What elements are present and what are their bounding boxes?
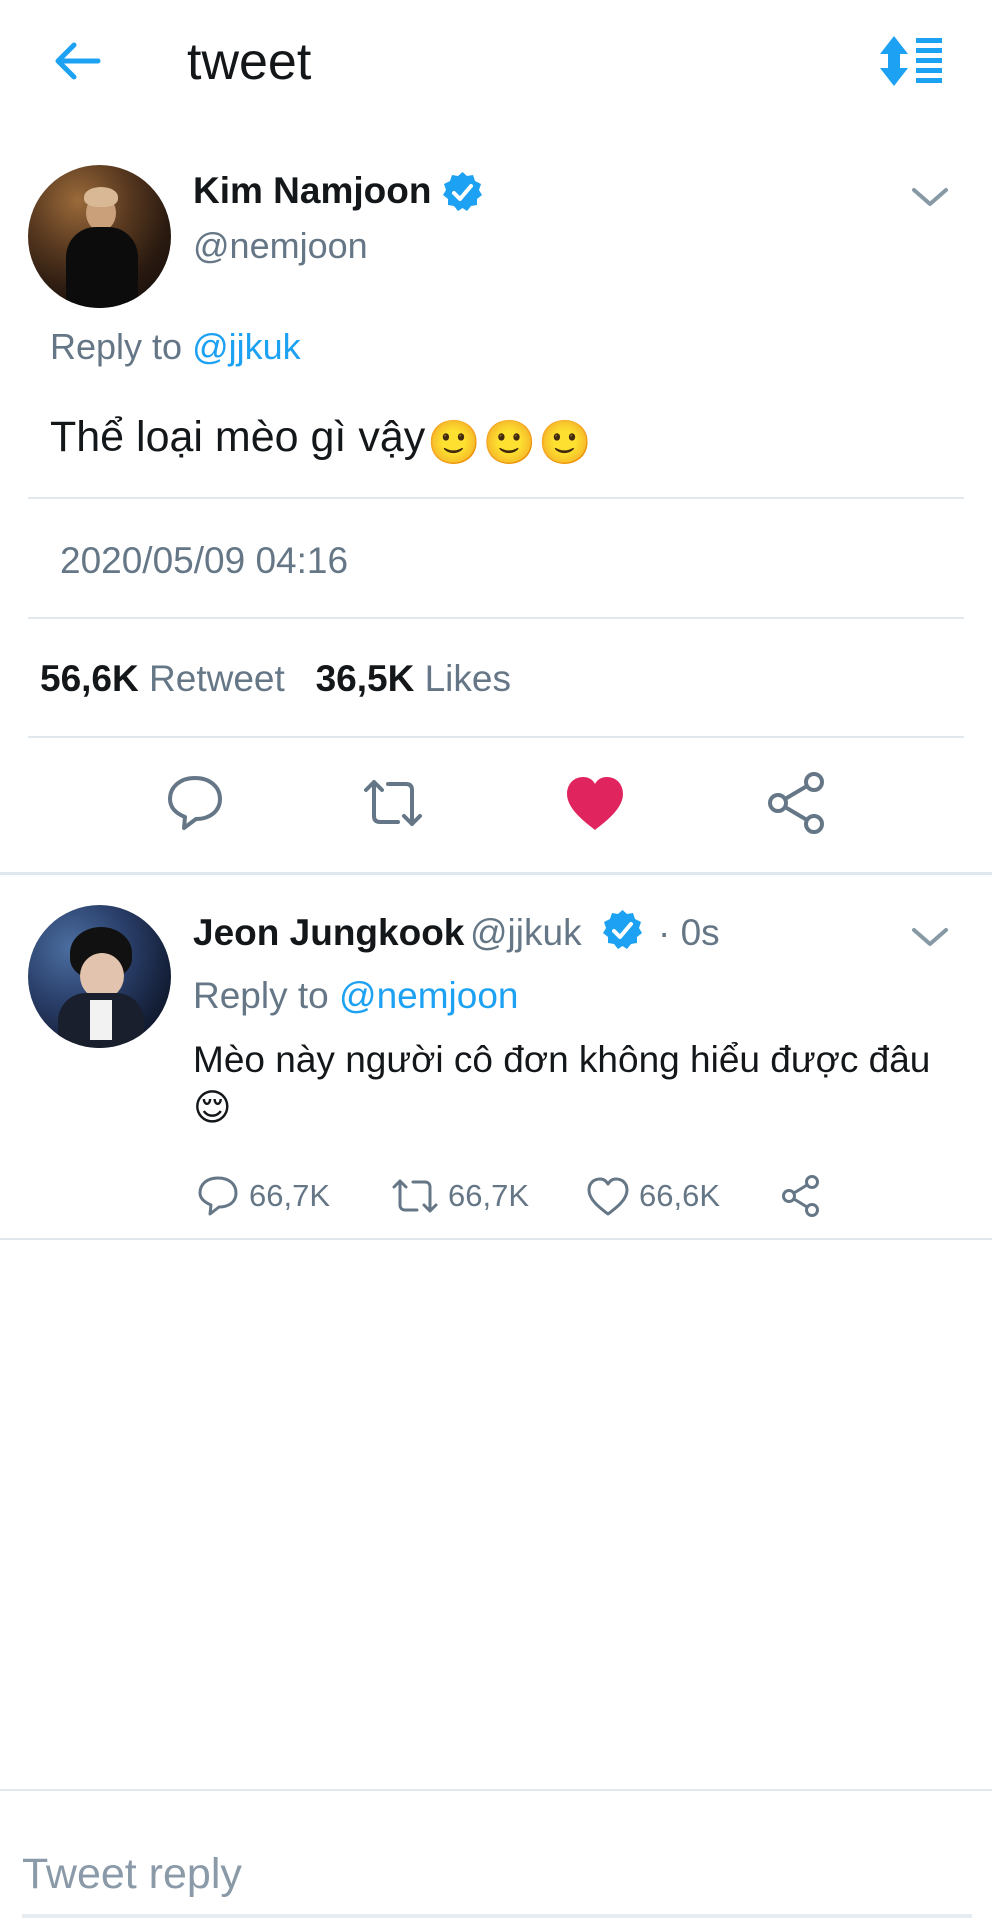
sort-icon	[880, 36, 942, 86]
tweet-menu-button[interactable]	[910, 182, 950, 212]
divider	[28, 736, 964, 738]
share-button[interactable]	[762, 768, 832, 838]
retweet-label[interactable]: Retweet	[149, 658, 285, 699]
tweet-menu-button[interactable]	[910, 922, 950, 952]
tweet-body: Mèo này người cô đơn không hiểu được đâu	[193, 1039, 931, 1080]
reply-icon	[168, 776, 222, 830]
avatar[interactable]	[28, 905, 171, 1048]
like-button[interactable]: 66,6K	[585, 1168, 720, 1224]
slightly-smiling-emoji: 🙂	[427, 419, 481, 467]
page-title: tweet	[187, 33, 312, 91]
verified-badge-icon	[440, 170, 485, 215]
like-button[interactable]	[560, 768, 630, 838]
reply-input-placeholder[interactable]: Tweet reply	[22, 1850, 242, 1899]
reply-count: 66,7K	[249, 1178, 331, 1213]
tweet-time: · 0s	[658, 912, 720, 953]
reply-prefix: Reply to	[193, 975, 329, 1016]
tweet-text: Mèo này người cô đơn không hiểu được đâu…	[193, 1036, 953, 1132]
tweet-text: Thể loại mèo gì vậy🙂🙂🙂	[50, 413, 592, 468]
author-handle: @jjkuk	[470, 912, 582, 953]
verified-badge-icon	[600, 908, 645, 953]
heart-icon	[567, 777, 623, 830]
retweet-count: 66,7K	[448, 1178, 530, 1213]
share-icon	[782, 1175, 819, 1217]
reply-icon	[198, 1176, 238, 1216]
retweet-button[interactable]: 66,7K	[390, 1168, 529, 1224]
divider	[28, 497, 964, 499]
reply-context: Reply to @jjkuk	[50, 326, 301, 368]
slightly-smiling-emoji: 🙂	[482, 419, 537, 467]
author-handle: @nemjoon	[193, 225, 368, 266]
reply-button[interactable]: 66,7K	[195, 1168, 330, 1224]
share-icon	[768, 772, 824, 834]
retweet-count[interactable]: 56,6K	[40, 658, 139, 699]
author-name[interactable]: Kim Namjoon	[193, 170, 431, 212]
back-button[interactable]	[48, 36, 108, 86]
divider	[28, 617, 964, 619]
sort-button[interactable]	[878, 34, 944, 88]
reply-mention-link[interactable]: @jjkuk	[192, 326, 301, 367]
reply-context: Reply to @nemjoon	[193, 975, 519, 1017]
chevron-down-icon	[912, 928, 948, 946]
input-underline	[22, 1914, 972, 1918]
reply-prefix: Reply to	[50, 326, 183, 367]
like-count: 66,6K	[639, 1178, 721, 1213]
divider	[0, 1238, 992, 1240]
tweet-timestamp: 2020/05/09 04:16	[60, 540, 349, 581]
heart-icon	[587, 1177, 629, 1216]
retweet-button[interactable]	[358, 768, 428, 838]
likes-label[interactable]: Likes	[425, 658, 511, 699]
share-button[interactable]	[778, 1168, 824, 1224]
reply-button[interactable]	[160, 768, 230, 838]
likes-count[interactable]: 36,5K	[316, 658, 415, 699]
reply-mention-link[interactable]: @nemjoon	[339, 975, 519, 1016]
divider	[0, 872, 992, 875]
retweet-icon	[392, 1179, 438, 1213]
chevron-down-icon	[912, 188, 948, 206]
back-arrow-icon	[55, 42, 101, 80]
avatar[interactable]	[28, 165, 171, 308]
tweet-stats: 56,6K Retweet 36,5K Likes	[40, 658, 511, 700]
author-name[interactable]: Jeon Jungkook	[193, 912, 464, 954]
slightly-smiling-emoji: 🙂	[538, 419, 592, 467]
relieved-emoji: 😌	[193, 1087, 232, 1128]
retweet-icon	[364, 780, 422, 826]
tweet-body: Thể loại mèo gì vậy	[50, 413, 426, 461]
